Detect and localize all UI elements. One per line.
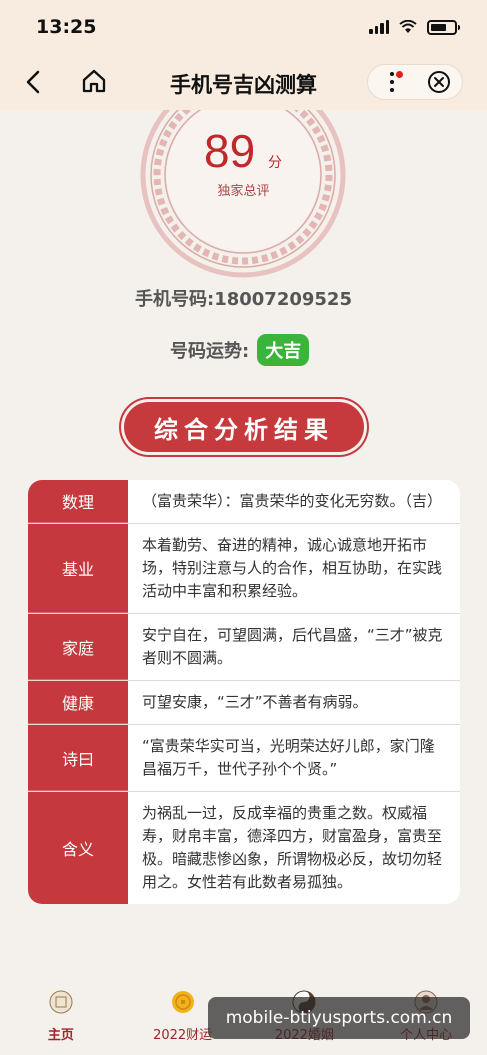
coin-icon xyxy=(171,991,194,1013)
home-seal-icon xyxy=(49,990,73,1014)
result-row-jiating: 家庭 安宁自在，可望圆满，后代昌盛，“三才”被克者则不圆满。 xyxy=(28,614,460,681)
phone-number: 手机号码:18007209525 xyxy=(135,289,352,310)
fortune-label: 号码运势: xyxy=(170,341,250,362)
result-text: “富贵荣华实可当，光明荣达好儿郎，家门隆昌福万千，世代子孙个个贤。” xyxy=(128,725,460,791)
result-label: 家庭 xyxy=(28,614,128,680)
close-circle-icon xyxy=(427,71,450,93)
fortune-badge: 大吉 xyxy=(257,334,310,366)
status-icons xyxy=(369,19,460,35)
section-title: 综合分析结果 xyxy=(154,414,334,444)
result-label: 健康 xyxy=(28,681,128,724)
close-button[interactable] xyxy=(415,65,462,99)
score-value: 89 xyxy=(204,125,256,177)
result-text: 可望安康，“三才”不善者有病弱。 xyxy=(128,681,460,724)
notification-dot xyxy=(396,71,403,78)
mini-program-capsule xyxy=(367,64,463,100)
score-caption: 独家总评 xyxy=(217,184,270,199)
more-dots-icon xyxy=(389,72,394,92)
tab-label: 2022财运 xyxy=(153,1028,213,1043)
nav-bar: 手机号吉凶测算 xyxy=(0,54,487,110)
result-text: 安宁自在，可望圆满，后代昌盛，“三才”被克者则不圆满。 xyxy=(128,614,460,680)
status-bar: 13:25 xyxy=(0,0,487,54)
watermark-text: mobile-btiyusports.com.cn xyxy=(225,1008,453,1028)
wifi-icon xyxy=(399,20,417,33)
result-label: 含义 xyxy=(28,792,128,904)
section-title-banner: 综合分析结果 xyxy=(124,402,364,452)
tab-label: 主页 xyxy=(47,1028,74,1043)
result-row-hanyi: 含义 为祸乱一过，反成幸福的贵重之数。权威福寿，财帛丰富，德泽四方，财富盈身，富… xyxy=(28,792,460,904)
result-text: 本着勤劳、奋进的精神，诚心诚意地开拓市场，特别注意与人的合作，相互协助，在实践活… xyxy=(128,524,460,613)
result-row-shuli: 数理 （富贵荣华）：富贵荣华的变化无穷数。（吉） xyxy=(28,480,460,524)
result-row-shiyue: 诗曰 “富贵荣华实可当，光明荣达好儿郎，家门隆昌福万千，世代子孙个个贤。” xyxy=(28,725,460,792)
score-unit: 分 xyxy=(268,155,282,171)
result-text: 为祸乱一过，反成幸福的贵重之数。权威福寿，财帛丰富，德泽四方，财富盈身，富贵至极… xyxy=(128,792,460,904)
main-content: 89 分 独家总评 手机号码:18007209525 号码运势: 大吉 综合分析… xyxy=(0,110,487,990)
result-label: 诗曰 xyxy=(28,725,128,791)
result-label: 数理 xyxy=(28,480,128,523)
signal-icon xyxy=(369,20,389,34)
fortune-line: 号码运势: 大吉 xyxy=(170,334,310,366)
tab-home[interactable]: 主页 xyxy=(0,990,122,1055)
result-row-jiye: 基业 本着勤劳、奋进的精神，诚心诚意地开拓市场，特别注意与人的合作，相互协助，在… xyxy=(28,524,460,614)
battery-icon xyxy=(427,19,460,35)
result-label: 基业 xyxy=(28,524,128,613)
result-text: （富贵荣华）：富贵荣华的变化无穷数。（吉） xyxy=(128,480,460,523)
result-row-jiankang: 健康 可望安康，“三才”不善者有病弱。 xyxy=(28,681,460,725)
result-table: 数理 （富贵荣华）：富贵荣华的变化无穷数。（吉） 基业 本着勤劳、奋进的精神，诚… xyxy=(28,480,460,904)
watermark: mobile-btiyusports.com.cn xyxy=(208,997,470,1039)
status-time: 13:25 xyxy=(36,16,97,38)
more-menu-button[interactable] xyxy=(368,65,415,99)
